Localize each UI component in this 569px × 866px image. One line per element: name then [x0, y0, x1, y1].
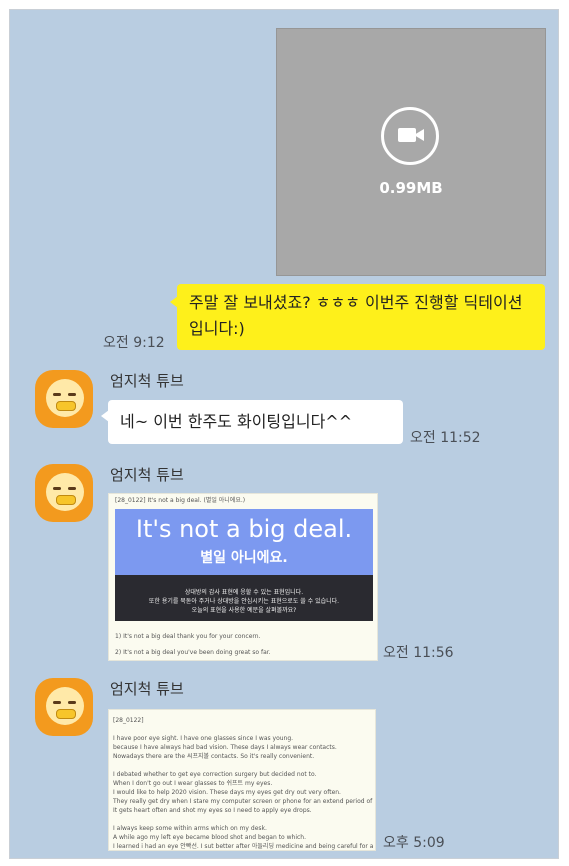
image-document-line: They really get dry when I stare my comp…: [113, 798, 373, 805]
image-document-line: I learned i had an eye 안빡선. I sut better…: [113, 843, 373, 850]
message-time: 오전 11:52: [410, 430, 481, 446]
image-example-line: 1) It's not a big deal thank you for you…: [115, 633, 261, 640]
avatar[interactable]: [35, 464, 93, 522]
image-title-kr: 별일 아니에요.: [200, 550, 288, 566]
image-document-line: It gets heart often and shot my eyes so …: [113, 807, 312, 814]
image-description-box: 상대방의 감사 표현에 응할 수 있는 표현입니다. 또한 용기를 북돋아 주거…: [115, 575, 373, 621]
image-banner: It's not a big deal. 별일 아니에요. 상대방의 감사 표현…: [115, 509, 373, 621]
image-document-line: [113, 761, 373, 770]
image-document-line: [113, 815, 373, 824]
sender-name: 엄지척 튜브: [110, 372, 184, 390]
image-message[interactable]: [28_0122] I have poor eye sight. I have o…: [108, 709, 376, 851]
image-document-line: When I don't go out I wear glasses to 쉬프…: [113, 780, 273, 787]
image-header: [28_0122] It's not a big deal. (별일 아니에요.…: [115, 497, 246, 504]
video-camera-lens-icon: [414, 129, 424, 141]
character-face-icon: [46, 687, 84, 725]
image-document-line: I always keep some within arms which on …: [113, 825, 267, 832]
avatar[interactable]: [35, 370, 93, 428]
image-document-line: I have poor eye sight. I have one glasse…: [113, 735, 294, 742]
character-face-icon: [46, 473, 84, 511]
character-face-icon: [46, 379, 84, 417]
image-desc-line: 또한 용기를 북돋아 주거나 상대방을 안심시키는 표현으로도 쓸 수 있습니다…: [148, 598, 340, 605]
image-document-line: I debated whether to get eye correction …: [113, 771, 317, 778]
sender-name: 엄지척 튜브: [110, 466, 184, 484]
message-time: 오전 9:12: [103, 335, 165, 351]
image-document-line: A while ago my left eye became blood sho…: [113, 834, 307, 841]
image-message[interactable]: [28_0122] It's not a big deal. (별일 아니에요.…: [108, 493, 378, 661]
avatar[interactable]: [35, 678, 93, 736]
video-message[interactable]: 0.99MB: [276, 28, 546, 276]
image-desc-line: 오늘의 표현을 사용한 예문을 살펴볼까요?: [191, 607, 297, 614]
message-time: 오전 11:56: [383, 645, 454, 661]
my-message-bubble[interactable]: 주말 잘 보내셨죠? ㅎㅎㅎ 이번주 진행할 딕테이션입니다:): [170, 284, 545, 350]
video-file-size: 0.99MB: [379, 179, 443, 197]
image-document-line: I would like to help 2020 vision. These …: [113, 789, 341, 796]
received-message-bubble[interactable]: 네~ 이번 한주도 화이팅입니다^^: [101, 400, 403, 444]
image-example-line: 2) It's not a big deal you've been doing…: [115, 649, 271, 656]
message-time: 오후 5:09: [383, 835, 445, 851]
video-play-button[interactable]: [381, 107, 439, 165]
image-desc-line: 상대방의 감사 표현에 응할 수 있는 표현입니다.: [184, 589, 304, 596]
image-document-line: Nowadays there are the 씨프지볼 contacts. So…: [113, 753, 315, 760]
image-document-line: because I have always had bad vision. Th…: [113, 744, 337, 751]
image-title: It's not a big deal.: [135, 515, 353, 543]
chat-window: 0.99MB 오전 9:12 주말 잘 보내셨죠? ㅎㅎㅎ 이번주 진행할 딕테…: [9, 9, 559, 859]
image-document-line: [28_0122]: [113, 717, 144, 724]
sender-name: 엄지척 튜브: [110, 680, 184, 698]
image-document-line: [113, 725, 373, 734]
image-document-text: [28_0122] I have poor eye sight. I have o…: [113, 716, 373, 850]
